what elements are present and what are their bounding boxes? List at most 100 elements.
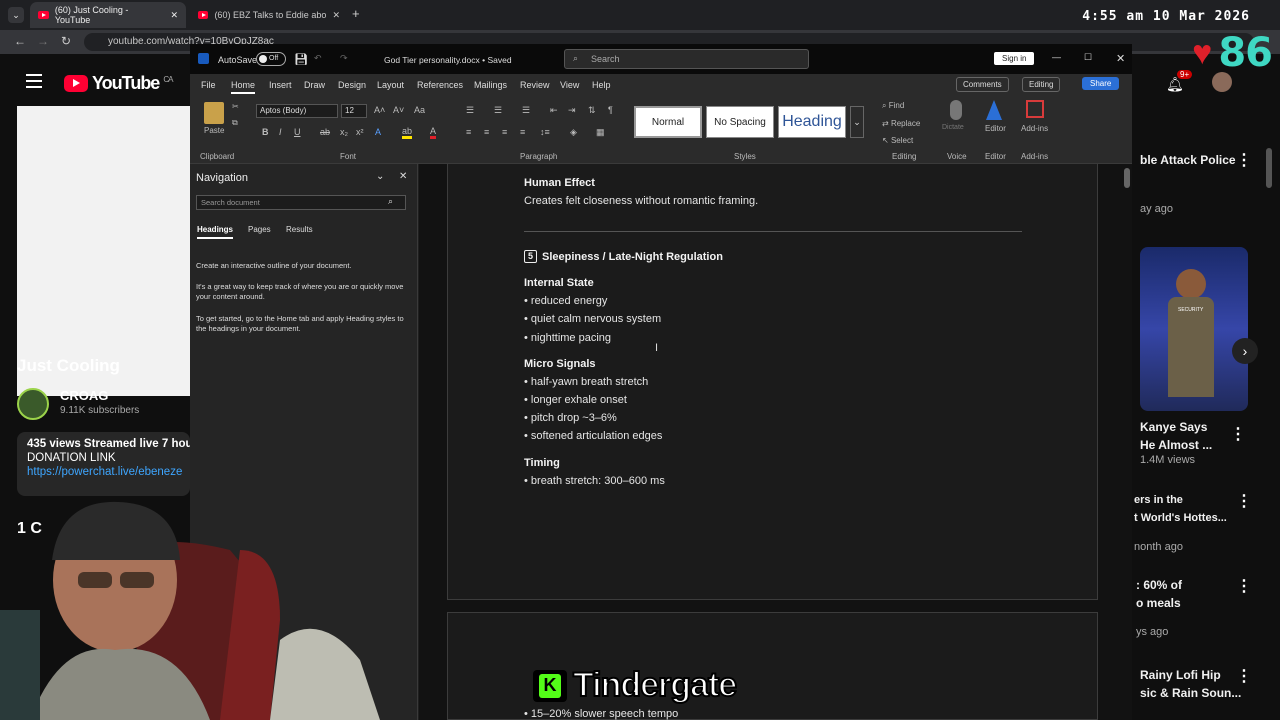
search-document-input[interactable]: Search document [196,195,406,210]
microphone-icon[interactable] [950,100,962,120]
style-no-spacing[interactable]: No Spacing [706,106,774,138]
styles-more-icon[interactable]: ⌄ [850,106,864,138]
menu-insert[interactable]: Insert [269,80,292,90]
close-tab-icon[interactable]: ✕ [170,10,178,21]
hamburger-menu-icon[interactable] [26,74,42,88]
editor-button[interactable]: Editor [985,124,1006,133]
paste-icon[interactable] [204,102,224,124]
tab-search-icon[interactable]: ⌄ [8,7,24,23]
sidebar-video-5[interactable]: Rainy Lofi Hip sic & Rain Soun... [1140,666,1244,702]
donation-link[interactable]: https://powerchat.live/ebeneze [27,466,182,478]
cut-icon[interactable]: ✂ [232,102,239,111]
word-search-box[interactable]: ⌕ Search [564,49,809,69]
addins-button[interactable]: Add-ins [1021,124,1048,133]
style-heading[interactable]: Heading [778,106,846,138]
tab-ebz-talks[interactable]: (60) EBZ Talks to Eddie about h ✕ [190,2,348,28]
menu-layout[interactable]: Layout [377,80,404,90]
tab-just-cooling[interactable]: (60) Just Cooling - YouTube ✕ [30,2,186,28]
find-button[interactable]: ⌕ Find [882,101,904,111]
reload-icon[interactable]: ↻ [61,34,71,48]
sidebar-scrollbar[interactable] [1266,148,1272,188]
menu-review[interactable]: Review [520,80,550,90]
shading-icon[interactable]: ◈ [570,127,577,138]
numbering-icon[interactable]: ☰ [494,105,502,116]
comments-button[interactable]: Comments [956,77,1009,92]
sidebar-video-3[interactable]: ers in the t World's Hottes... nonth ago [1134,491,1244,553]
select-button[interactable]: ↖ Select [882,136,913,145]
underline-icon[interactable]: U [294,127,301,137]
more-options-icon[interactable]: ⋮ [1236,666,1252,686]
more-options-icon[interactable]: ⋮ [1236,576,1252,596]
back-icon[interactable]: ← [14,34,26,48]
font-color-icon[interactable]: A [430,126,437,139]
close-pane-icon[interactable]: ✕ [399,171,407,182]
minimize-icon[interactable]: — [1052,52,1061,62]
bullets-icon[interactable]: ☰ [466,105,474,116]
video-player[interactable] [17,106,190,396]
search-icon[interactable]: ⌕ [388,196,393,207]
channel-name[interactable]: CROAG [60,388,108,403]
sort-icon[interactable]: ⇅ [588,105,596,116]
save-icon[interactable]: 💾︎ [294,53,308,66]
italic-icon[interactable]: I [279,127,282,137]
highlight-icon[interactable]: ab [402,126,413,139]
tab-results[interactable]: Results [286,225,313,234]
bold-icon[interactable]: B [262,127,269,137]
menu-mailings[interactable]: Mailings [474,80,507,90]
strikethrough-icon[interactable]: ab [320,127,330,137]
description-box[interactable]: 435 views Streamed live 7 hou DONATION L… [17,432,190,496]
editing-mode-button[interactable]: Editing [1022,77,1061,92]
text-effects-icon[interactable]: A [375,127,381,137]
change-case-icon[interactable]: Aa [414,105,425,115]
sidebar-video-4[interactable]: : 60% of o meals ys ago [1136,576,1236,638]
borders-icon[interactable]: ▦ [596,127,605,138]
maximize-icon[interactable]: ☐ [1084,52,1092,63]
align-right-icon[interactable]: ≡ [502,127,507,137]
align-center-icon[interactable]: ≡ [484,127,489,137]
undo-icon[interactable]: ↶ [314,53,322,64]
superscript-icon[interactable]: x² [356,127,364,137]
close-window-icon[interactable]: ✕ [1116,52,1125,65]
sidebar-video-2[interactable]: Kanye Says He Almost ... 1.4M views [1140,418,1240,466]
shrink-font-icon[interactable]: A˅ [393,105,404,115]
font-size-select[interactable]: 12 [341,104,367,118]
paste-button[interactable]: Paste [204,126,224,135]
document-title[interactable]: God Tier personality.docx • Saved [384,55,512,65]
dictate-button[interactable]: Dictate [942,124,964,131]
new-tab-icon[interactable]: + [352,6,360,21]
subscript-icon[interactable]: x₂ [340,127,348,137]
chevron-right-icon[interactable]: › [1232,338,1258,364]
more-options-icon[interactable]: ⋮ [1236,150,1252,170]
menu-view[interactable]: View [560,80,579,90]
style-normal[interactable]: Normal [634,106,702,138]
document-scrollbar[interactable] [1124,168,1130,188]
line-spacing-icon[interactable]: ↕≡ [540,127,550,137]
multilevel-list-icon[interactable]: ☰ [522,105,530,116]
editor-icon[interactable] [986,100,1002,120]
autosave-toggle[interactable]: Off [256,52,286,66]
decrease-indent-icon[interactable]: ⇤ [550,105,558,116]
sidebar-thumbnail[interactable]: SECURITY [1140,247,1248,411]
redo-icon[interactable]: ↷ [340,53,348,64]
font-name-select[interactable]: Aptos (Body) [256,104,338,118]
menu-help[interactable]: Help [592,80,611,90]
justify-icon[interactable]: ≡ [520,127,525,137]
menu-file[interactable]: File [201,80,216,90]
menu-home[interactable]: Home [231,80,256,94]
tab-pages[interactable]: Pages [248,225,271,234]
more-options-icon[interactable]: ⋮ [1230,424,1246,444]
user-avatar[interactable] [1212,72,1232,92]
chevron-down-icon[interactable]: ⌄ [376,171,384,182]
increase-indent-icon[interactable]: ⇥ [568,105,576,116]
forward-icon[interactable]: → [37,34,49,48]
menu-draw[interactable]: Draw [304,80,325,90]
align-left-icon[interactable]: ≡ [466,127,471,137]
grow-font-icon[interactable]: A˄ [374,105,385,115]
document-page[interactable]: Human Effect Creates felt closeness with… [447,164,1098,600]
close-tab-icon[interactable]: ✕ [332,10,340,21]
addins-icon[interactable] [1026,100,1044,118]
more-options-icon[interactable]: ⋮ [1236,491,1252,511]
menu-references[interactable]: References [417,80,463,90]
menu-design[interactable]: Design [338,80,366,90]
show-marks-icon[interactable]: ¶ [608,105,613,115]
